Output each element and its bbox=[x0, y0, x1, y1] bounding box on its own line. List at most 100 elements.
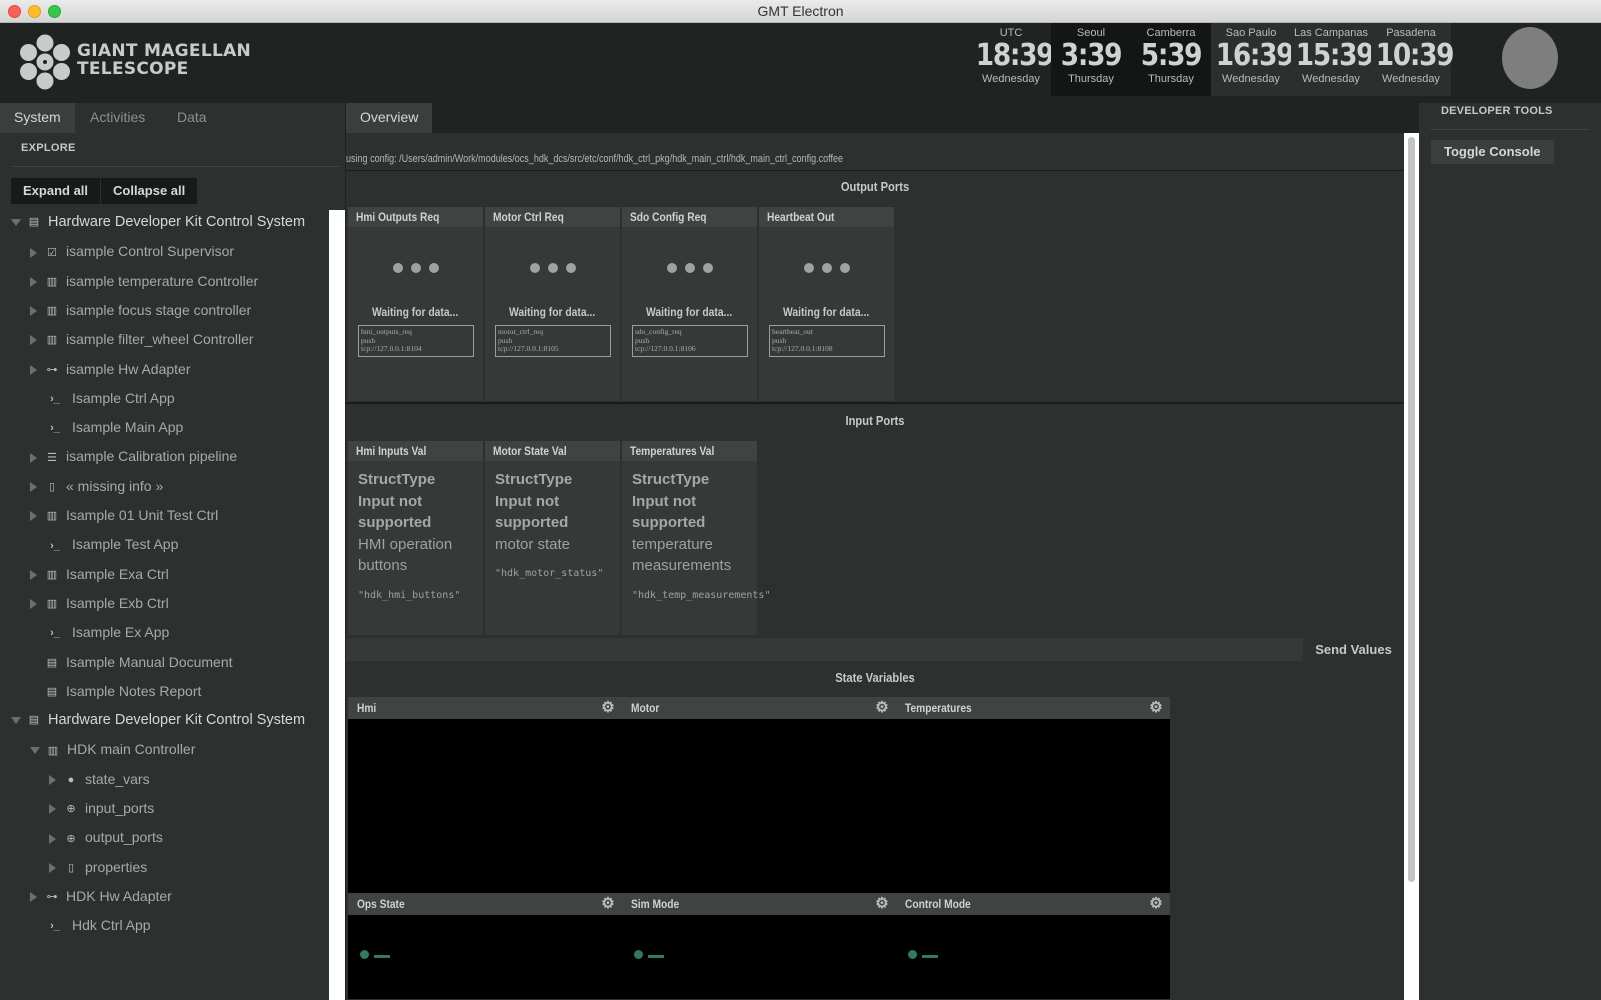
expand-arrow-icon[interactable] bbox=[49, 774, 56, 785]
tree-node[interactable]: ▥ isample filter_wheel Controller bbox=[30, 327, 254, 351]
terminal-icon: ›_ bbox=[50, 539, 60, 552]
expand-arrow-icon[interactable] bbox=[30, 247, 37, 258]
tree-node[interactable]: ▤ Isample Notes Report bbox=[30, 679, 202, 703]
gear-icon[interactable]: ⚙ bbox=[600, 896, 616, 912]
tree-node[interactable]: ▥ isample focus stage controller bbox=[30, 298, 251, 322]
gear-icon[interactable]: ⚙ bbox=[600, 700, 616, 716]
tree-node[interactable]: ▥ Isample 01 Unit Test Ctrl bbox=[30, 503, 218, 527]
tree-node[interactable]: ▯ properties bbox=[49, 855, 147, 879]
chip-icon: ▥ bbox=[46, 510, 58, 523]
tree-node-label: Hdk Ctrl App bbox=[72, 917, 151, 934]
tree-node[interactable]: ›_ Isample Main App bbox=[30, 415, 183, 439]
tree-node[interactable]: ›_ Isample Ctrl App bbox=[30, 386, 175, 410]
port-status: Waiting for data... bbox=[646, 305, 733, 319]
tree-node[interactable]: ⊶ HDK Hw Adapter bbox=[30, 884, 172, 908]
expand-arrow-icon[interactable] bbox=[30, 306, 37, 317]
avatar[interactable] bbox=[1502, 27, 1558, 89]
toggle-switch[interactable] bbox=[908, 949, 944, 961]
collapse-arrow-icon[interactable] bbox=[11, 716, 21, 724]
tree-node[interactable]: ▥ Isample Exb Ctrl bbox=[30, 591, 169, 615]
expand-arrow-icon[interactable] bbox=[49, 804, 56, 815]
tree-node[interactable]: ▥ Isample Exa Ctrl bbox=[30, 562, 169, 586]
expand-arrow-icon[interactable] bbox=[30, 569, 37, 580]
loading-dots-icon bbox=[622, 263, 757, 273]
tab-activities[interactable]: Activities bbox=[76, 103, 159, 133]
tree-node[interactable]: ▤ Hardware Developer Kit Control System bbox=[11, 210, 305, 234]
port-name: Sdo Config Req bbox=[622, 207, 757, 227]
clock-time: 10:39 bbox=[1375, 38, 1455, 73]
collapse-arrow-icon[interactable] bbox=[30, 747, 40, 755]
tree-node[interactable]: ▤ Hardware Developer Kit Control System bbox=[11, 708, 305, 732]
state-var-panel: Hmi ⚙ bbox=[348, 697, 622, 893]
expand-arrow-icon[interactable] bbox=[49, 833, 56, 844]
tree-node[interactable]: ›_ Hdk Ctrl App bbox=[30, 913, 151, 937]
tree-node[interactable]: ▥ HDK main Controller bbox=[30, 737, 195, 761]
content-scrollbar[interactable] bbox=[1404, 133, 1419, 1000]
tab-data[interactable]: Data bbox=[163, 103, 221, 133]
chip-icon: ▥ bbox=[46, 598, 58, 611]
tree-node[interactable]: ›_ Isample Ex App bbox=[30, 620, 169, 644]
send-bar bbox=[346, 638, 1404, 661]
expand-all-button[interactable]: Expand all bbox=[11, 178, 101, 204]
clock-day: Thursday bbox=[1068, 73, 1114, 85]
unsupported-label: Input not supported bbox=[495, 492, 569, 532]
close-window-icon[interactable] bbox=[8, 5, 21, 18]
expand-arrow-icon[interactable] bbox=[30, 452, 37, 463]
gear-icon[interactable]: ⚙ bbox=[874, 700, 890, 716]
state-var-panel: Motor ⚙ bbox=[622, 697, 896, 893]
telescope-mirror-icon bbox=[20, 34, 70, 90]
expand-arrow-icon[interactable] bbox=[30, 364, 37, 375]
port-description: temperature measurements bbox=[632, 535, 732, 575]
tree-node[interactable]: ⊕ input_ports bbox=[49, 796, 154, 820]
clock-day: Wednesday bbox=[1302, 73, 1360, 85]
tree-node-label: isample Calibration pipeline bbox=[66, 448, 238, 465]
toggle-console-button[interactable]: Toggle Console bbox=[1431, 140, 1554, 164]
expand-arrow-icon[interactable] bbox=[30, 335, 37, 346]
tree-node[interactable]: ☰ isample Calibration pipeline bbox=[30, 444, 237, 468]
collapse-all-button[interactable]: Collapse all bbox=[101, 178, 198, 204]
clock-time: 16:39 bbox=[1215, 38, 1295, 73]
tree-node-label: « missing info » bbox=[66, 477, 164, 494]
expand-arrow-icon[interactable] bbox=[30, 892, 37, 903]
tree-node[interactable]: ⊕ output_ports bbox=[49, 825, 163, 849]
tree-node[interactable]: ▤ Isample Manual Document bbox=[30, 650, 233, 674]
maximize-window-icon[interactable] bbox=[48, 5, 61, 18]
port-name: Motor Ctrl Req bbox=[485, 207, 620, 227]
state-var-display bbox=[348, 915, 622, 999]
tree-node[interactable]: ▥ isample temperature Controller bbox=[30, 269, 258, 293]
gear-icon[interactable]: ⚙ bbox=[1148, 700, 1164, 716]
sidebar-scrollbar[interactable] bbox=[329, 210, 345, 1000]
output-port-card: Hmi Outputs Req Waiting for data... hmi_ou… bbox=[348, 207, 483, 401]
terminal-icon: ›_ bbox=[50, 627, 60, 640]
tree-node[interactable]: ▯ « missing info » bbox=[30, 474, 163, 498]
expand-arrow-icon[interactable] bbox=[30, 276, 37, 287]
collapse-arrow-icon[interactable] bbox=[11, 218, 21, 226]
tree-node-label: isample focus stage controller bbox=[66, 301, 252, 318]
send-values-button[interactable]: Send Values bbox=[1303, 638, 1404, 661]
minimize-window-icon[interactable] bbox=[28, 5, 41, 18]
scroll-thumb[interactable] bbox=[1408, 137, 1415, 882]
toggle-switch[interactable] bbox=[634, 949, 670, 961]
toggle-switch[interactable] bbox=[360, 949, 396, 961]
expand-arrow-icon[interactable] bbox=[30, 481, 37, 492]
gear-icon[interactable]: ⚙ bbox=[874, 896, 890, 912]
output-port-card: Heartbeat Out Waiting for data... heartbea… bbox=[759, 207, 894, 401]
tree-node-label: isample filter_wheel Controller bbox=[66, 331, 254, 348]
tree-node[interactable]: ☑ isample Control Supervisor bbox=[30, 239, 234, 263]
port-name: Motor State Val bbox=[485, 441, 620, 461]
chip-icon: ▥ bbox=[47, 744, 59, 757]
clock-time: 3:39 bbox=[1060, 38, 1123, 73]
tree-node[interactable]: ⊶ isample Hw Adapter bbox=[30, 357, 191, 381]
expand-arrow-icon[interactable] bbox=[49, 862, 56, 873]
expand-arrow-icon[interactable] bbox=[30, 511, 37, 522]
port-name: Heartbeat Out bbox=[759, 207, 894, 227]
tree-node-label: Isample Main App bbox=[72, 419, 184, 436]
expand-arrow-icon[interactable] bbox=[30, 599, 37, 610]
gear-icon[interactable]: ⚙ bbox=[1148, 896, 1164, 912]
tab-overview[interactable]: Overview bbox=[346, 103, 433, 133]
overview-panel: using config: /Users/admin/Work/modules/… bbox=[346, 133, 1419, 1000]
tree-node-label: Isample Test App bbox=[72, 536, 179, 553]
tree-node[interactable]: ● state_vars bbox=[49, 767, 150, 791]
tree-node[interactable]: ›_ Isample Test App bbox=[30, 532, 178, 556]
tab-system[interactable]: System bbox=[0, 103, 75, 133]
